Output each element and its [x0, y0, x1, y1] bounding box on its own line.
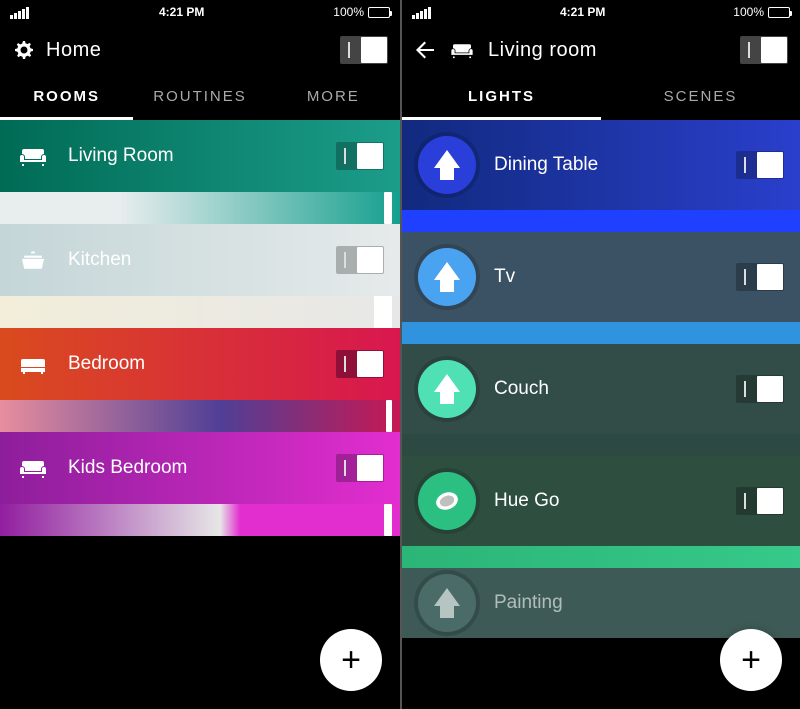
light-painting[interactable]: Painting — [402, 568, 800, 638]
disc-icon — [418, 472, 476, 530]
bulb-icon — [418, 574, 476, 632]
tab-routines[interactable]: ROUTINES — [133, 76, 266, 120]
room-label: Bedroom — [68, 353, 145, 375]
room-detail-pane: 4:21 PM 100% Living room LIGHTS SCENES D… — [400, 0, 800, 709]
light-label: Dining Table — [494, 154, 598, 176]
sofa-icon — [16, 457, 50, 479]
room-label: Living Room — [68, 145, 174, 167]
brightness-slider[interactable] — [402, 322, 800, 344]
signal-icon — [10, 5, 30, 19]
page-title: Home — [46, 39, 328, 62]
brightness-slider[interactable] — [0, 296, 400, 328]
light-label: Couch — [494, 378, 549, 400]
back-icon[interactable] — [414, 39, 436, 61]
brightness-slider[interactable] — [402, 210, 800, 232]
sofa-icon — [448, 41, 476, 59]
page-title: Living room — [488, 39, 728, 62]
battery-pct: 100% — [333, 5, 364, 19]
room-kids[interactable]: Kids Bedroom — [0, 432, 400, 536]
master-toggle[interactable] — [340, 36, 388, 64]
room-bedroom[interactable]: Bedroom — [0, 328, 400, 432]
brightness-slider[interactable] — [402, 546, 800, 568]
add-room-button[interactable]: + — [320, 629, 382, 691]
light-couch[interactable]: Couch — [402, 344, 800, 456]
light-label: Hue Go — [494, 490, 559, 512]
status-time: 4:21 PM — [432, 5, 733, 19]
home-pane: 4:21 PM 100% Home ROOMS ROUTINES MORE Li… — [0, 0, 400, 709]
room-tabs: LIGHTS SCENES — [402, 76, 800, 120]
room-label: Kids Bedroom — [68, 457, 187, 479]
home-tabs: ROOMS ROUTINES MORE — [0, 76, 400, 120]
light-toggle[interactable] — [736, 151, 784, 179]
lights-list: Dining Table Tv Couch Hue Go — [402, 120, 800, 709]
status-time: 4:21 PM — [30, 5, 333, 19]
battery-icon — [768, 7, 790, 18]
tab-lights[interactable]: LIGHTS — [402, 76, 601, 120]
room-toggle[interactable] — [336, 142, 384, 170]
light-toggle[interactable] — [736, 263, 784, 291]
bulb-icon — [418, 136, 476, 194]
room-label: Kitchen — [68, 249, 131, 271]
battery-pct: 100% — [733, 5, 764, 19]
sofa-icon — [16, 145, 50, 167]
bed-icon — [16, 353, 50, 375]
plus-icon: + — [341, 641, 361, 680]
pot-icon — [16, 249, 50, 271]
light-dining[interactable]: Dining Table — [402, 120, 800, 232]
brightness-slider[interactable] — [402, 434, 800, 456]
room-master-toggle[interactable] — [740, 36, 788, 64]
rooms-list: Living Room Kitchen Bedroom K — [0, 120, 400, 709]
battery-indicator: 100% — [333, 5, 390, 19]
light-toggle[interactable] — [736, 375, 784, 403]
light-label: Painting — [494, 592, 563, 614]
bulb-icon — [418, 248, 476, 306]
tab-more[interactable]: MORE — [267, 76, 400, 120]
brightness-slider[interactable] — [0, 192, 400, 224]
room-living[interactable]: Living Room — [0, 120, 400, 224]
brightness-slider[interactable] — [0, 504, 400, 536]
battery-indicator: 100% — [733, 5, 790, 19]
add-light-button[interactable]: + — [720, 629, 782, 691]
tab-rooms[interactable]: ROOMS — [0, 76, 133, 120]
room-kitchen[interactable]: Kitchen — [0, 224, 400, 328]
brightness-slider[interactable] — [0, 400, 400, 432]
light-label: Tv — [494, 266, 515, 288]
bulb-icon — [418, 360, 476, 418]
room-toggle[interactable] — [336, 454, 384, 482]
tab-scenes[interactable]: SCENES — [601, 76, 800, 120]
status-bar: 4:21 PM 100% — [402, 0, 800, 24]
plus-icon: + — [741, 641, 761, 680]
battery-icon — [368, 7, 390, 18]
room-toggle[interactable] — [336, 350, 384, 378]
room-toggle[interactable] — [336, 246, 384, 274]
light-toggle[interactable] — [736, 487, 784, 515]
light-tv[interactable]: Tv — [402, 232, 800, 344]
room-header: Living room — [402, 24, 800, 76]
home-header: Home — [0, 24, 400, 76]
status-bar: 4:21 PM 100% — [0, 0, 400, 24]
light-huego[interactable]: Hue Go — [402, 456, 800, 568]
signal-icon — [412, 5, 432, 19]
gear-icon[interactable] — [12, 39, 34, 61]
